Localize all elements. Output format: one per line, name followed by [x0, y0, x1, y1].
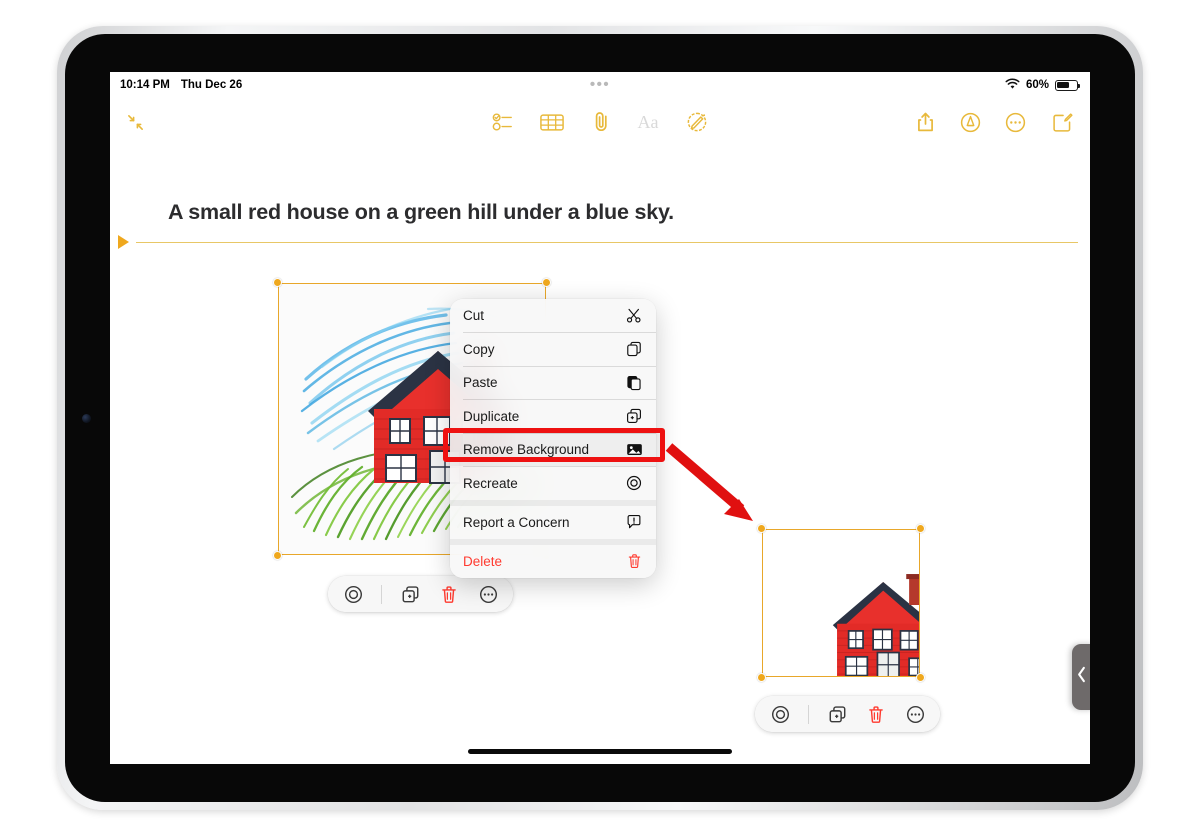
- copy-icon: [625, 340, 643, 358]
- house-cutout-illustration: [762, 529, 936, 678]
- markup-magic-icon[interactable]: [682, 108, 712, 136]
- note-play-marker-icon[interactable]: [118, 235, 129, 249]
- notes-app-toolbar: Aa: [110, 98, 1090, 144]
- duplicate-icon[interactable]: [826, 703, 848, 725]
- wifi-icon: [1005, 78, 1020, 93]
- duplicate-icon: [625, 407, 643, 425]
- result-selection-border-left: [762, 529, 764, 677]
- trash-icon: [625, 552, 643, 570]
- image-house-background-removed[interactable]: [762, 529, 936, 678]
- remove-background-icon: [625, 441, 643, 459]
- ipad-screen: 10:14 PM Thu Dec 26 ••• 60% Aa A small r…: [110, 72, 1090, 764]
- note-content-area[interactable]: A small red house on a green hill under …: [110, 144, 1090, 764]
- front-camera: [82, 414, 91, 423]
- note-divider: [136, 242, 1078, 243]
- home-indicator[interactable]: [468, 749, 732, 754]
- side-panel-handle[interactable]: [1072, 644, 1090, 710]
- multitasking-handle-icon[interactable]: •••: [590, 77, 610, 92]
- context-menu-item-delete[interactable]: Delete: [450, 545, 656, 578]
- context-menu-item-cut[interactable]: Cut: [450, 299, 656, 332]
- context-menu-item-report-a-concern[interactable]: Report a Concern: [450, 506, 656, 539]
- recreate-icon[interactable]: [342, 583, 364, 605]
- result-selection-handle-bottom-left[interactable]: [757, 673, 766, 682]
- status-bar-right: 60%: [1005, 78, 1080, 93]
- toolbar-separator: [381, 584, 382, 604]
- selection-border-top: [278, 283, 546, 285]
- more-icon[interactable]: [904, 703, 926, 725]
- collapse-arrows-icon[interactable]: [120, 108, 150, 136]
- context-menu-item-paste[interactable]: Paste: [450, 366, 656, 399]
- battery-fill: [1057, 81, 1070, 89]
- context-menu-label: Recreate: [463, 475, 518, 491]
- context-menu-label: Paste: [463, 375, 498, 391]
- recreate-icon: [625, 474, 643, 492]
- table-icon[interactable]: [537, 108, 567, 136]
- paste-icon: [625, 374, 643, 392]
- result-selection-border-right: [918, 529, 920, 677]
- recreate-icon[interactable]: [769, 703, 791, 725]
- compose-icon[interactable]: [1047, 108, 1077, 136]
- context-menu-item-copy[interactable]: Copy: [450, 333, 656, 366]
- selection-handle-top-right[interactable]: [542, 278, 551, 287]
- image-floating-toolbar-result[interactable]: [755, 696, 940, 732]
- image-context-menu[interactable]: Cut Copy Paste Duplicate Remove Backgrou…: [450, 299, 656, 578]
- markup-pen-icon[interactable]: [955, 108, 985, 136]
- more-icon[interactable]: [1000, 108, 1030, 136]
- context-menu-label: Delete: [463, 553, 503, 569]
- status-bar-center: •••: [110, 77, 1090, 92]
- share-icon[interactable]: [910, 108, 940, 136]
- report-concern-icon: [625, 513, 643, 531]
- battery-cap: [1078, 84, 1080, 88]
- annotation-arrow: [665, 441, 770, 538]
- context-menu-label: Duplicate: [463, 408, 520, 424]
- scissors-icon: [625, 307, 643, 325]
- context-menu-item-duplicate[interactable]: Duplicate: [450, 400, 656, 433]
- result-selection-handle-bottom-right[interactable]: [916, 673, 925, 682]
- image-result-selection[interactable]: [757, 524, 936, 682]
- selection-border-left: [278, 283, 280, 555]
- battery-icon: [1055, 79, 1080, 91]
- text-format-icon[interactable]: Aa: [633, 108, 663, 136]
- delete-icon[interactable]: [438, 583, 460, 605]
- context-menu-label: Cut: [463, 308, 485, 323]
- more-icon[interactable]: [477, 583, 499, 605]
- result-selection-handle-top-right[interactable]: [916, 524, 925, 533]
- context-menu-label: Copy: [463, 341, 495, 357]
- context-menu-label: Report a Concern: [463, 514, 570, 530]
- battery-percent-label: 60%: [1025, 79, 1049, 91]
- toolbar-separator: [808, 704, 809, 724]
- selection-handle-top-left[interactable]: [273, 278, 282, 287]
- context-menu-item-recreate[interactable]: Recreate: [450, 467, 656, 500]
- checklist-icon[interactable]: [488, 108, 518, 136]
- delete-icon[interactable]: [865, 703, 887, 725]
- status-bar: 10:14 PM Thu Dec 26 ••• 60%: [110, 72, 1090, 98]
- context-menu-label: Remove Background: [463, 442, 590, 458]
- note-title[interactable]: A small red house on a green hill under …: [168, 200, 674, 225]
- image-floating-toolbar-original[interactable]: [328, 576, 513, 612]
- context-menu-item-remove-background[interactable]: Remove Background: [450, 433, 656, 467]
- selection-handle-bottom-left[interactable]: [273, 551, 282, 560]
- chevron-left-icon: [1076, 666, 1087, 688]
- result-selection-border-bottom: [762, 675, 920, 677]
- duplicate-icon[interactable]: [399, 583, 421, 605]
- result-selection-border-top: [762, 529, 920, 531]
- attachment-icon[interactable]: [586, 108, 616, 136]
